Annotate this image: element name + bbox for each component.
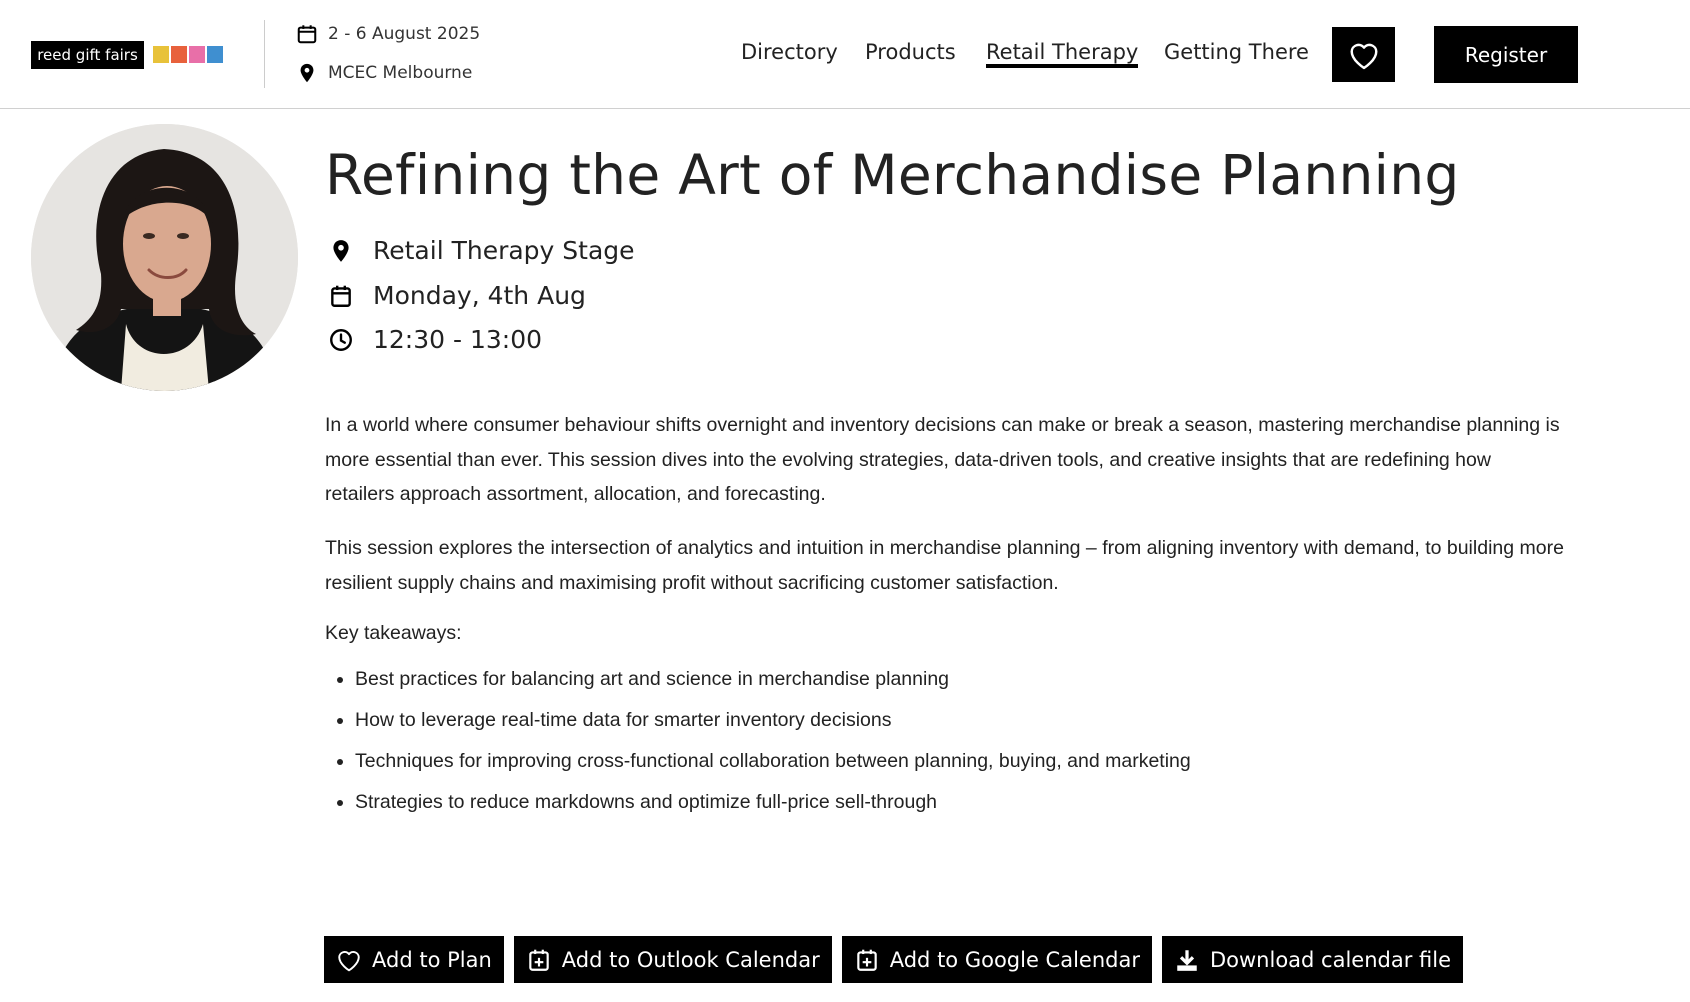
session-time-text: 12:30 - 13:00 <box>373 325 543 354</box>
site-header: reed gift fairs 2 - 6 August 2025 MCEC M… <box>0 0 1690 109</box>
event-venue-text: MCEC Melbourne <box>328 63 473 83</box>
nav-retail-therapy[interactable]: Retail Therapy <box>986 40 1139 68</box>
calendar-plus-icon <box>529 949 549 971</box>
calendar-plus-icon <box>856 949 877 971</box>
list-item: How to leverage real-time data for smart… <box>355 703 1191 744</box>
add-to-google-label: Add to Google Calendar <box>889 947 1140 972</box>
nav-products[interactable]: Products <box>865 40 956 64</box>
speaker-photo <box>31 124 298 391</box>
add-to-outlook-label: Add to Outlook Calendar <box>561 947 820 972</box>
list-item: Strategies to reduce markdowns and optim… <box>355 785 1191 826</box>
takeaways-list: Best practices for balancing art and sci… <box>325 662 1191 826</box>
calendar-icon <box>297 25 317 44</box>
map-pin-icon <box>333 239 349 262</box>
calendar-icon <box>331 285 351 307</box>
session-location-text: Retail Therapy Stage <box>373 236 635 265</box>
event-dates: 2 - 6 August 2025 <box>296 22 480 46</box>
add-to-plan-button[interactable]: Add to Plan <box>324 936 504 983</box>
download-calendar-label: Download calendar file <box>1209 947 1452 972</box>
reed-gift-fairs-logo[interactable]: reed gift fairs <box>31 41 144 69</box>
nav-getting-there[interactable]: Getting There <box>1164 40 1309 64</box>
add-to-plan-label: Add to Plan <box>372 947 492 972</box>
header-divider <box>264 20 265 88</box>
speaker-avatar <box>31 124 298 391</box>
session-date-text: Monday, 4th Aug <box>373 281 586 310</box>
nav-directory[interactable]: Directory <box>741 40 838 64</box>
add-to-google-button[interactable]: Add to Google Calendar <box>841 936 1152 983</box>
melb-logo-mark <box>153 46 223 63</box>
download-calendar-button[interactable]: Download calendar file <box>1161 936 1464 983</box>
session-time: 12:30 - 13:00 <box>328 325 542 354</box>
heart-icon <box>338 950 360 971</box>
register-button[interactable]: Register <box>1434 26 1578 83</box>
takeaways-heading: Key takeaways: <box>325 622 462 644</box>
session-title: Refining the Art of Merchandise Planning <box>325 143 1460 207</box>
map-pin-icon <box>300 63 314 83</box>
clock-icon <box>330 328 352 351</box>
session-location: Retail Therapy Stage <box>328 236 635 265</box>
event-venue: MCEC Melbourne <box>296 61 472 85</box>
session-actions: Add to Plan Add to Outlook Calendar Add … <box>324 936 1464 983</box>
heart-icon <box>1350 43 1378 69</box>
session-description-2: This session explores the intersection o… <box>325 537 1564 594</box>
session-date: Monday, 4th Aug <box>328 281 586 310</box>
event-dates-text: 2 - 6 August 2025 <box>328 24 481 44</box>
favourites-button[interactable] <box>1332 27 1395 82</box>
download-icon <box>1177 949 1197 971</box>
list-item: Techniques for improving cross-functiona… <box>355 744 1191 785</box>
list-item: Best practices for balancing art and sci… <box>355 662 1191 703</box>
add-to-outlook-button[interactable]: Add to Outlook Calendar <box>513 936 832 983</box>
session-description-1: In a world where consumer behaviour shif… <box>325 414 1560 505</box>
